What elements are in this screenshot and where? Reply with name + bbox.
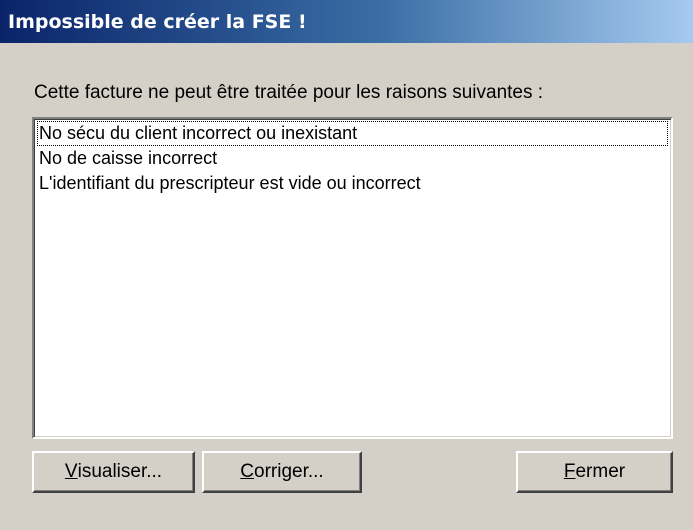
error-message: Cette facture ne peut être traitée pour … — [34, 82, 544, 103]
error-dialog: Impossible de créer la FSE ! Cette factu… — [0, 0, 693, 530]
title-bar[interactable]: Impossible de créer la FSE ! — [0, 0, 693, 43]
corriger-label: orriger... — [254, 461, 324, 482]
visualiser-button[interactable]: Visualiser... — [32, 451, 195, 493]
fermer-label: ermer — [575, 461, 626, 482]
reasons-listbox[interactable]: No sécu du client incorrect ou inexistan… — [32, 117, 673, 439]
fermer-button[interactable]: Fermer — [516, 451, 673, 493]
corriger-button[interactable]: Corriger... — [202, 451, 362, 493]
list-item[interactable]: L'identifiant du prescripteur est vide o… — [37, 171, 668, 196]
corriger-mnemonic: C — [240, 461, 255, 482]
visualiser-mnemonic: V — [64, 461, 78, 482]
list-item[interactable]: No de caisse incorrect — [37, 146, 668, 171]
dialog-title: Impossible de créer la FSE ! — [8, 10, 307, 33]
fermer-mnemonic: F — [563, 461, 576, 482]
visualiser-label: isualiser... — [77, 461, 163, 482]
list-item[interactable]: No sécu du client incorrect ou inexistan… — [37, 121, 668, 146]
